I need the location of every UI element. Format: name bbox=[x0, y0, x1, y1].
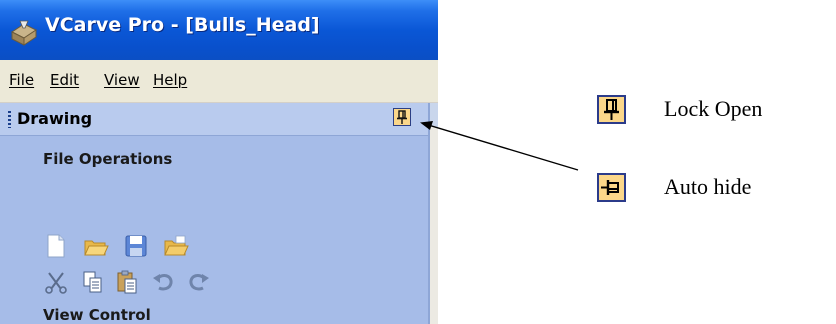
callout-arrow bbox=[420, 121, 579, 171]
auto-hide-legend-icon bbox=[597, 173, 626, 202]
auto-hide-label: Auto hide bbox=[664, 174, 752, 199]
pin-lock-open-icon bbox=[604, 99, 619, 120]
lock-open-label: Lock Open bbox=[664, 96, 763, 121]
pin-auto-hide-icon bbox=[601, 180, 619, 195]
lock-open-legend-icon bbox=[597, 95, 626, 124]
